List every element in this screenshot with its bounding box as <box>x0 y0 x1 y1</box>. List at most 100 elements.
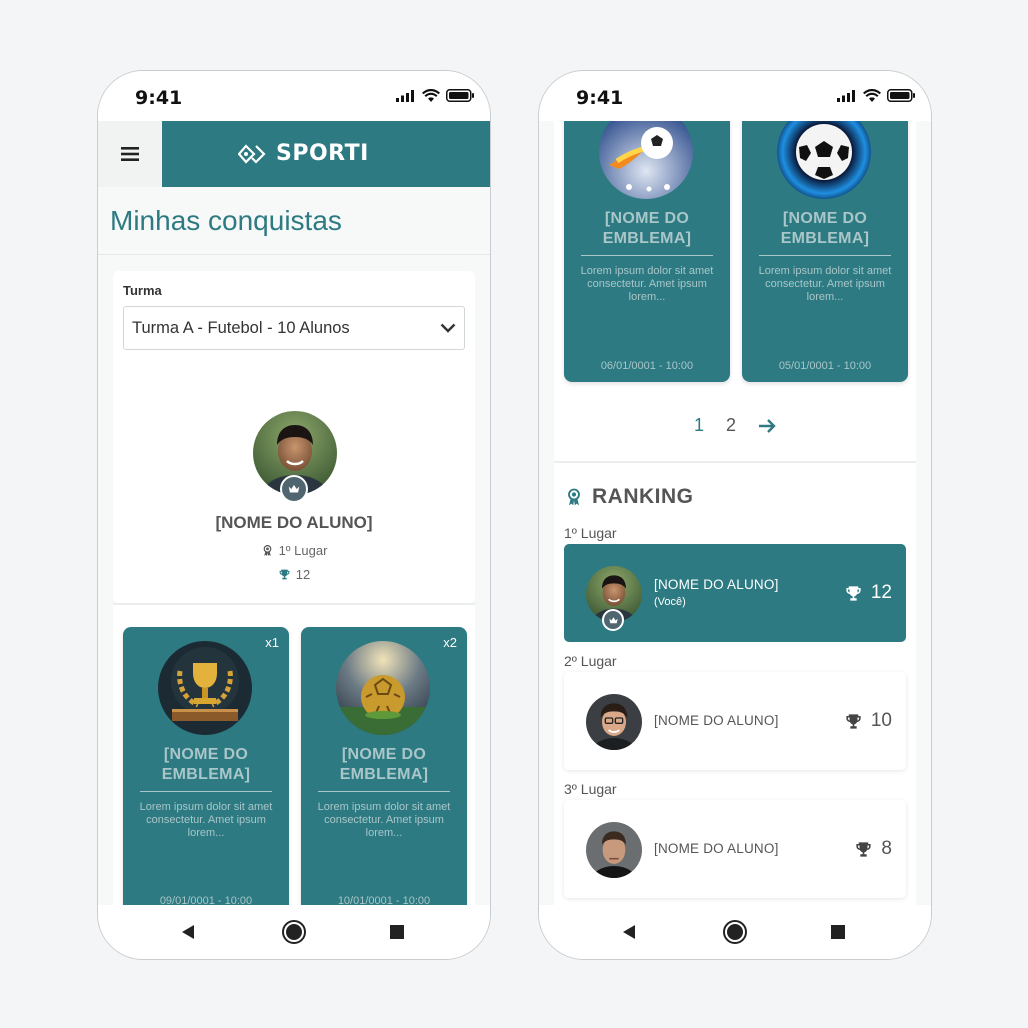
student-rank: 1º Lugar <box>113 543 475 558</box>
ranking-item-1[interactable]: [NOME DO ALUNO] (Você) 12 <box>564 544 906 642</box>
place-label: 3º Lugar <box>564 781 617 797</box>
badge-description: Lorem ipsum dolor sit amet consectetur. … <box>758 265 892 303</box>
badge-description: Lorem ipsum dolor sit amet consectetur. … <box>139 801 273 839</box>
badge-name: [NOME DO EMBLEMA] <box>339 746 429 783</box>
nav-home-button[interactable] <box>281 919 307 945</box>
trophy-icon <box>844 712 863 731</box>
badge-date: 10/01/0001 - 10:00 <box>337 895 431 905</box>
page-2-button[interactable]: 2 <box>726 415 736 436</box>
badge-description: Lorem ipsum dolor sit amet consectetur. … <box>317 801 451 839</box>
brand-logo: SPORTI <box>238 141 369 166</box>
crown-badge <box>280 475 308 503</box>
arrow-right-icon[interactable] <box>758 418 776 434</box>
nav-back-button[interactable] <box>175 919 201 945</box>
fire-ball-icon <box>599 121 693 199</box>
student-rank-text: 1º Lugar <box>278 543 328 558</box>
badge-image <box>336 641 430 735</box>
home-circle-icon <box>282 920 306 944</box>
nav-back-button[interactable] <box>616 919 642 945</box>
phone-right: 9:41 [NOME DO EMBLEMA] Lorem ipsum dolor… <box>538 70 932 960</box>
status-bar: 9:41 <box>539 71 931 121</box>
badge-name: [NOME DO EMBLEMA] <box>780 210 870 247</box>
place-label: 2º Lugar <box>564 653 617 669</box>
sporti-logo-icon <box>238 143 266 164</box>
badge-divider <box>318 791 450 792</box>
badge-card[interactable]: x2 [NOME DO EMBLEMA] Lorem ipsum dolor s… <box>301 627 467 905</box>
battery-icon <box>446 89 474 102</box>
app-header: SPORTI <box>98 121 490 187</box>
ranking-name: [NOME DO ALUNO] <box>654 841 779 856</box>
badge-name: [NOME DO EMBLEMA] <box>602 210 692 247</box>
badge-divider <box>581 255 713 256</box>
ranking-title: RANKING <box>564 485 694 509</box>
medal-icon <box>564 487 584 507</box>
ranking-score-value: 12 <box>870 582 892 603</box>
trophy-icon <box>278 568 291 581</box>
back-triangle-icon <box>182 925 194 939</box>
student-photo-icon <box>586 822 642 878</box>
signal-icon <box>396 89 414 102</box>
badge-count: x1 <box>265 635 279 650</box>
badge-card[interactable]: x1 [NOME DO EMBLEMA] Lorem ipsum dolor s… <box>123 627 289 905</box>
back-triangle-icon <box>623 925 635 939</box>
badge-card[interactable]: [NOME DO EMBLEMA] Lorem ipsum dolor sit … <box>564 121 730 382</box>
ranking-score-value: 10 <box>870 710 892 731</box>
crown-icon <box>608 615 619 626</box>
nav-recents-button[interactable] <box>384 919 410 945</box>
ranking-item-3[interactable]: [NOME DO ALUNO] 8 <box>564 800 906 898</box>
screen-conquistas: SPORTI Minhas conquistas Turma Turma A -… <box>98 121 490 905</box>
student-photo-icon <box>586 694 642 750</box>
turma-label: Turma <box>123 283 162 298</box>
crown-badge <box>602 609 624 631</box>
nav-home-button[interactable] <box>722 919 748 945</box>
student-card: Turma Turma A - Futebol - 10 Alunos [NOM… <box>113 271 475 603</box>
ranking-name: [NOME DO ALUNO] <box>654 713 779 728</box>
student-avatar <box>253 411 337 503</box>
nav-recents-button[interactable] <box>825 919 851 945</box>
ranking-score-value: 8 <box>881 838 892 859</box>
signal-icon <box>837 89 855 102</box>
turma-select-value: Turma A - Futebol - 10 Alunos <box>132 318 350 337</box>
badge-card[interactable]: [NOME DO EMBLEMA] Lorem ipsum dolor sit … <box>742 121 908 382</box>
badge-divider <box>759 255 891 256</box>
badge-grid: [NOME DO EMBLEMA] Lorem ipsum dolor sit … <box>554 121 916 461</box>
trophy-icon <box>854 840 873 859</box>
screen-conquistas-scrolled: [NOME DO EMBLEMA] Lorem ipsum dolor sit … <box>539 121 931 905</box>
ranking-title-text: RANKING <box>592 485 694 508</box>
menu-button[interactable] <box>98 121 162 187</box>
place-label: 1º Lugar <box>564 525 617 541</box>
student-trophies: 12 <box>113 567 475 582</box>
badge-name: [NOME DO EMBLEMA] <box>161 746 251 783</box>
crown-icon <box>287 482 301 496</box>
student-trophy-count: 12 <box>295 567 311 582</box>
brand-name: SPORTI <box>276 141 369 166</box>
battery-icon <box>887 89 915 102</box>
badge-date: 05/01/0001 - 10:00 <box>778 360 872 372</box>
badge-image <box>158 641 252 735</box>
ranking-score: 8 <box>854 838 892 860</box>
ranking-name: [NOME DO ALUNO] <box>654 577 779 592</box>
page-1-button[interactable]: 1 <box>694 415 704 436</box>
ranking-score: 10 <box>844 710 892 732</box>
status-bar: 9:41 <box>98 71 490 121</box>
avatar <box>586 822 642 878</box>
chevron-down-icon <box>440 323 456 333</box>
badge-date: 06/01/0001 - 10:00 <box>600 360 694 372</box>
ranking-item-2[interactable]: [NOME DO ALUNO] 10 <box>564 672 906 770</box>
badge-count: x2 <box>443 635 457 650</box>
phone-left: 9:41 SPORTI Minhas conquistas Turma Turm… <box>97 70 491 960</box>
badge-image <box>599 121 693 199</box>
ranking-score: 12 <box>844 582 892 604</box>
ranking-section: RANKING 1º Lugar [NOME DO ALUNO] (Você) … <box>554 463 916 905</box>
trophy-icon <box>844 584 863 603</box>
medal-icon <box>261 544 274 557</box>
golden-ball-icon <box>336 641 430 735</box>
badge-description: Lorem ipsum dolor sit amet consectetur. … <box>580 265 714 303</box>
pagination: 1 2 <box>554 415 916 436</box>
status-time: 9:41 <box>576 87 624 109</box>
wifi-icon <box>422 89 440 102</box>
avatar <box>586 694 642 750</box>
hamburger-icon <box>121 147 139 161</box>
badge-date: 09/01/0001 - 10:00 <box>159 895 253 905</box>
turma-select[interactable]: Turma A - Futebol - 10 Alunos <box>123 306 465 350</box>
